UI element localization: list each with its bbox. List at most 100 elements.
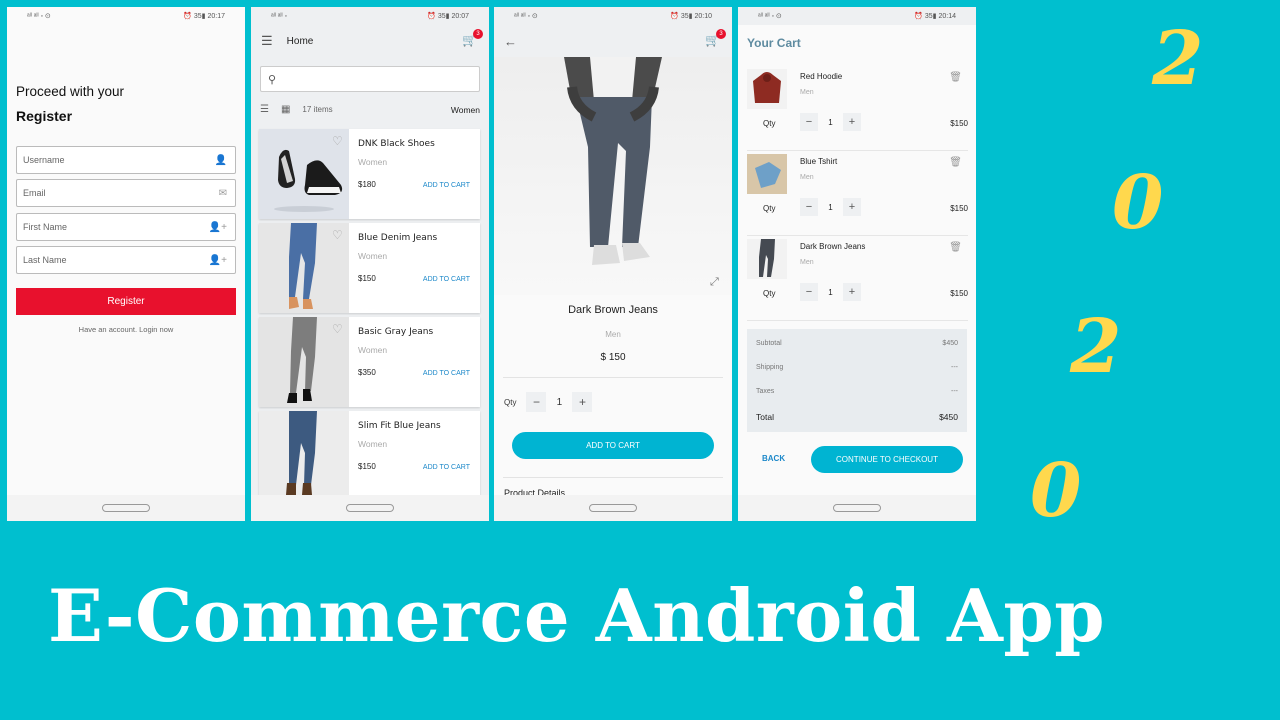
add-to-cart-button[interactable]: ADD TO CART (423, 370, 470, 377)
item-name: Red Hoodie (800, 72, 843, 81)
cart-item: Blue Tshirt Men 🗑 Qty − 1 + $150 (747, 154, 968, 236)
decrease-button[interactable]: − (526, 392, 547, 412)
menu-icon[interactable]: ☰ (261, 33, 273, 49)
proceed-text: Proceed with your (16, 84, 125, 99)
home-indicator[interactable] (494, 495, 732, 521)
item-name: Blue Tshirt (800, 157, 838, 166)
item-price: $150 (950, 119, 968, 128)
add-to-cart-button[interactable]: ADD TO CART (423, 276, 470, 283)
quantity-stepper: Qty − 1 + (504, 392, 593, 412)
increase-button[interactable]: + (572, 392, 593, 412)
quantity-stepper: − 1 + (800, 198, 861, 216)
product-name: Blue Denim Jeans (358, 233, 438, 243)
register-title: Register (16, 108, 73, 124)
product-image-jeans (747, 239, 787, 279)
list-toolbar: ☰ ▦ 17 items Women (260, 104, 480, 115)
category-filter[interactable]: Women (451, 105, 480, 115)
product-category: Women (358, 157, 388, 167)
increase-button[interactable]: + (843, 283, 861, 301)
product-category: Men (605, 330, 621, 339)
status-bar: ᵃˡˡ ᵃˡˡ ◦ ⊙ ⏰ 35▮ 20:10 (494, 7, 732, 25)
username-field[interactable]: Username 👤 (16, 146, 236, 174)
product-price: $180 (358, 180, 376, 189)
product-category: Women (358, 251, 388, 261)
divider (503, 377, 723, 378)
taxes-row: Taxes --- (756, 388, 958, 395)
home-indicator[interactable] (7, 495, 245, 521)
product-detail-screen: ᵃˡˡ ᵃˡˡ ◦ ⊙ ⏰ 35▮ 20:10 ← 🛒 3 ⤢ Dark Brow… (494, 7, 732, 521)
grid-view-icon[interactable]: ▦ (281, 104, 290, 115)
cart-icon[interactable]: 🛒 3 (705, 29, 726, 47)
quantity-value: 1 (828, 117, 833, 127)
login-link[interactable]: Have an account. Login now (7, 325, 245, 334)
person-add-icon: 👤+ (208, 254, 227, 266)
status-bar: ᵃˡˡ ᵃˡˡ ◦ ⊙ ⏰ 35▮ 20:17 (7, 7, 245, 25)
product-price: $350 (358, 368, 376, 377)
increase-button[interactable]: + (843, 198, 861, 216)
quantity-value: 1 (556, 396, 563, 408)
item-price: $150 (950, 289, 968, 298)
register-screen: ᵃˡˡ ᵃˡˡ ◦ ⊙ ⏰ 35▮ 20:17 Proceed with you… (7, 7, 245, 521)
status-time: ⏰ 35▮ 20:17 (183, 13, 225, 20)
home-indicator[interactable] (738, 495, 976, 521)
product-price: $ 150 (600, 352, 626, 363)
product-category: Women (358, 345, 388, 355)
increase-button[interactable]: + (843, 113, 861, 131)
status-bar: ᵃˡˡ ᵃˡˡ ◦ ⏰ 35▮ 20:07 (251, 7, 489, 25)
quantity-value: 1 (828, 287, 833, 297)
status-time: ⏰ 35▮ 20:07 (427, 13, 469, 20)
product-card[interactable]: ♡ DNK Black Shoes Women $180 ADD TO CART (259, 129, 480, 219)
person-icon: 👤 (214, 154, 227, 166)
favorite-icon[interactable]: ♡ (332, 322, 343, 336)
product-image-tshirt (747, 154, 787, 194)
mail-icon: ✉ (218, 187, 227, 199)
product-price: $150 (358, 462, 376, 471)
checkout-button[interactable]: CONTINUE TO CHECKOUT (811, 446, 963, 473)
delete-icon[interactable]: 🗑 (949, 157, 962, 168)
item-price: $150 (950, 204, 968, 213)
decrease-button[interactable]: − (800, 198, 818, 216)
signal-icons: ᵃˡˡ ᵃˡˡ ◦ ⊙ (514, 13, 538, 20)
quantity-value: 1 (828, 202, 833, 212)
signal-icons: ᵃˡˡ ᵃˡˡ ◦ ⊙ (27, 13, 51, 20)
favorite-icon[interactable]: ♡ (332, 228, 343, 242)
add-to-cart-button[interactable]: ADD TO CART (512, 432, 714, 459)
product-card[interactable]: ♡ Basic Gray Jeans Women $350 ADD TO CAR… (259, 317, 480, 407)
page-title: Your Cart (747, 36, 801, 50)
decrease-button[interactable]: − (800, 113, 818, 131)
home-indicator[interactable] (251, 495, 489, 521)
back-button[interactable]: BACK (762, 454, 785, 463)
delete-icon[interactable]: 🗑 (949, 242, 962, 253)
back-arrow-icon[interactable]: ← (504, 34, 517, 49)
product-image-jeans (259, 411, 349, 501)
year-digit: 0 (1112, 160, 1164, 246)
list-view-icon[interactable]: ☰ (260, 104, 269, 115)
product-card[interactable]: ♡ Blue Denim Jeans Women $150 ADD TO CAR… (259, 223, 480, 313)
year-digit: 2 (1152, 16, 1204, 102)
last-name-field[interactable]: Last Name 👤+ (16, 246, 236, 274)
email-field[interactable]: Email ✉ (16, 179, 236, 207)
product-card[interactable]: Slim Fit Blue Jeans Women $150 ADD TO CA… (259, 411, 480, 501)
add-to-cart-button[interactable]: ADD TO CART (423, 464, 470, 471)
add-to-cart-button[interactable]: ADD TO CART (423, 182, 470, 189)
product-image: ⤢ (494, 57, 732, 295)
app-bar: ← 🛒 3 (494, 25, 732, 57)
favorite-icon[interactable]: ♡ (332, 134, 343, 148)
cart-badge: 3 (716, 29, 726, 39)
product-category: Women (358, 439, 388, 449)
person-add-icon: 👤+ (208, 221, 227, 233)
product-name: DNK Black Shoes (358, 139, 435, 149)
signal-icons: ᵃˡˡ ᵃˡˡ ◦ ⊙ (758, 13, 782, 20)
delete-icon[interactable]: 🗑 (949, 72, 962, 83)
home-screen: ᵃˡˡ ᵃˡˡ ◦ ⏰ 35▮ 20:07 ☰ Home 🛒 3 ⚲ ☰ ▦ 17… (251, 7, 489, 521)
search-input[interactable]: ⚲ (260, 66, 480, 92)
cart-item: Red Hoodie Men 🗑 Qty − 1 + $150 (747, 69, 968, 151)
decrease-button[interactable]: − (800, 283, 818, 301)
total-row: Total $450 (756, 412, 958, 422)
first-name-field[interactable]: First Name 👤+ (16, 213, 236, 241)
cart-screen: ᵃˡˡ ᵃˡˡ ◦ ⊙ ⏰ 35▮ 20:14 Your Cart Red Ho… (738, 7, 976, 521)
register-button[interactable]: Register (16, 288, 236, 315)
items-count: 17 items (302, 105, 333, 114)
cart-icon[interactable]: 🛒 3 (462, 29, 483, 47)
page-title: Home (286, 35, 314, 47)
